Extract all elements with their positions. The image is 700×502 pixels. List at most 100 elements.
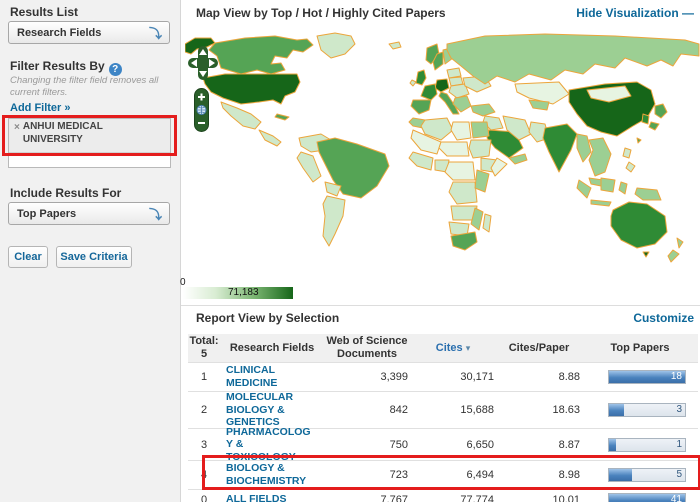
save-criteria-button[interactable]: Save Criteria [56,246,132,268]
uzbekistan-region[interactable] [529,100,549,110]
column-header-cites[interactable]: Cites ▾ [410,342,496,355]
madagascar-region[interactable] [483,214,491,232]
report-table: Total:5 Research Fields Web of Science D… [188,334,698,502]
cites-cell: 15,688 [410,404,496,416]
cites-cell: 6,650 [410,439,496,451]
uk-region[interactable] [416,70,426,85]
results-list-selected: Research Fields [9,27,149,39]
cites-per-paper-cell: 10.01 [496,494,582,502]
philippines-s-region[interactable] [626,162,635,172]
sulawesi-region[interactable] [619,182,627,194]
tasmania-region[interactable] [643,252,649,257]
wos-documents-cell: 723 [324,469,410,481]
filter-results-heading: Filter Results By? [10,59,122,76]
add-filter-link[interactable]: Add Filter » [10,102,71,114]
include-results-dropdown[interactable]: Top Papers ⤵ [8,202,170,225]
russia-region[interactable] [447,34,699,84]
baltics-region[interactable] [447,68,461,78]
rank-cell: 0 [188,494,220,502]
wos-documents-cell: 3,399 [324,371,410,383]
customize-link[interactable]: Customize [633,311,694,325]
column-header-research-fields[interactable]: Research Fields [220,342,324,355]
table-row: 0 ALL FIELDS 7,767 77,774 10.01 41 [188,489,698,502]
clear-button[interactable]: Clear [8,246,48,268]
kazakhstan-region[interactable] [515,82,569,104]
mexico-region[interactable] [221,102,261,129]
column-header-top-papers[interactable]: Top Papers [582,342,698,355]
rank-cell: 1 [188,371,220,383]
nz-north-region[interactable] [677,238,683,248]
india-region[interactable] [543,124,577,172]
peru-region[interactable] [297,152,321,182]
table-row-highlighted: 4 BIOLOGY & BIOCHEMISTRY 723 6,494 8.98 … [188,460,698,489]
niger-chad-region[interactable] [439,142,469,156]
germany-region[interactable] [435,79,449,92]
field-link-clinical-medicine[interactable]: CLINICAL MEDICINE [226,364,277,389]
filter-note: Changing the filter field removes all cu… [10,75,168,100]
cites-per-paper-cell: 8.87 [496,439,582,451]
japan-north-region[interactable] [655,104,667,118]
top-papers-bar: 18 [608,370,686,384]
egypt-region[interactable] [471,122,489,138]
cites-per-paper-cell: 18.63 [496,404,582,416]
include-results-selected: Top Papers [9,208,149,220]
turkey-region[interactable] [471,104,495,116]
nz-south-region[interactable] [668,250,679,262]
taiwan-region[interactable] [637,138,641,143]
report-view-title: Report View by Selection [196,311,339,325]
legend-gradient-bar: 71,183 [183,287,293,299]
map-pan-control[interactable] [188,46,218,81]
spain-region[interactable] [411,100,431,114]
table-row: 1 CLINICAL MEDICINE 3,399 30,171 8.88 18 [188,362,698,391]
hide-visualization-link[interactable]: Hide Visualization — [576,6,694,20]
field-link-molecular-biology-genetics[interactable]: MOLECULAR BIOLOGY & GENETICS [226,391,293,428]
west-africa-region[interactable] [409,152,433,170]
cuba-region[interactable] [275,114,289,120]
esi-screen: Results List Research Fields ⤵ Filter Re… [0,0,700,502]
field-link-all-fields[interactable]: ALL FIELDS [226,493,286,502]
remove-filter-icon[interactable]: × [14,122,20,152]
drc-region[interactable] [449,182,477,204]
zoom-out-icon [198,122,205,124]
central-america-region[interactable] [259,130,281,146]
sumatra-region[interactable] [577,180,591,198]
map-view-title: Map View by Top / Hot / Highly Cited Pap… [196,6,446,20]
borneo-region[interactable] [601,178,615,192]
france-region[interactable] [421,84,437,100]
results-list-dropdown[interactable]: Research Fields ⤵ [8,21,170,44]
sidebar: Results List Research Fields ⤵ Filter Re… [0,0,181,502]
top-papers-bar: 3 [608,403,686,417]
myanmar-region[interactable] [577,134,591,162]
kenya-tanzania-region[interactable] [475,170,489,192]
vietnam-thailand-region[interactable] [589,138,611,176]
japan-south-region[interactable] [649,122,659,130]
new-guinea-region[interactable] [635,188,661,200]
canada-region[interactable] [209,36,313,74]
argentina-region[interactable] [323,196,345,246]
column-header-wos-documents[interactable]: Web of Science Documents [324,335,410,360]
australia-region[interactable] [611,202,667,248]
cites-cell: 77,774 [410,494,496,502]
field-link-biology-biochemistry[interactable]: BIOLOGY & BIOCHEMISTRY [226,462,306,487]
rank-cell: 4 [188,469,220,481]
legend-max-label: 71,183 [228,287,259,299]
cites-cell: 6,494 [410,469,496,481]
java-region[interactable] [591,200,611,206]
world-choropleth-map[interactable] [185,30,700,280]
column-header-cites-per-paper[interactable]: Cites/Paper [496,342,582,355]
greenland-region[interactable] [317,33,355,58]
field-link-pharmacology-toxicology[interactable]: PHARMACOLOG Y & TOXICOLOGY [226,426,311,463]
wos-documents-cell: 842 [324,404,410,416]
korea-region[interactable] [642,114,649,124]
chevron-down-icon: ⤵ [149,204,169,223]
ireland-region[interactable] [410,80,416,86]
rank-cell: 2 [188,404,220,416]
iceland-region[interactable] [389,42,401,49]
map-zoom-control[interactable] [194,88,209,132]
filter-chip-label: ANHUI MEDICAL UNIVERSITY [23,121,103,152]
central-africa-region[interactable] [445,162,475,180]
libya-region[interactable] [451,122,471,140]
sudan-region[interactable] [469,140,491,158]
philippines-n-region[interactable] [623,148,631,158]
filter-chip-anhui-medical-university[interactable]: × ANHUI MEDICAL UNIVERSITY [9,119,170,153]
